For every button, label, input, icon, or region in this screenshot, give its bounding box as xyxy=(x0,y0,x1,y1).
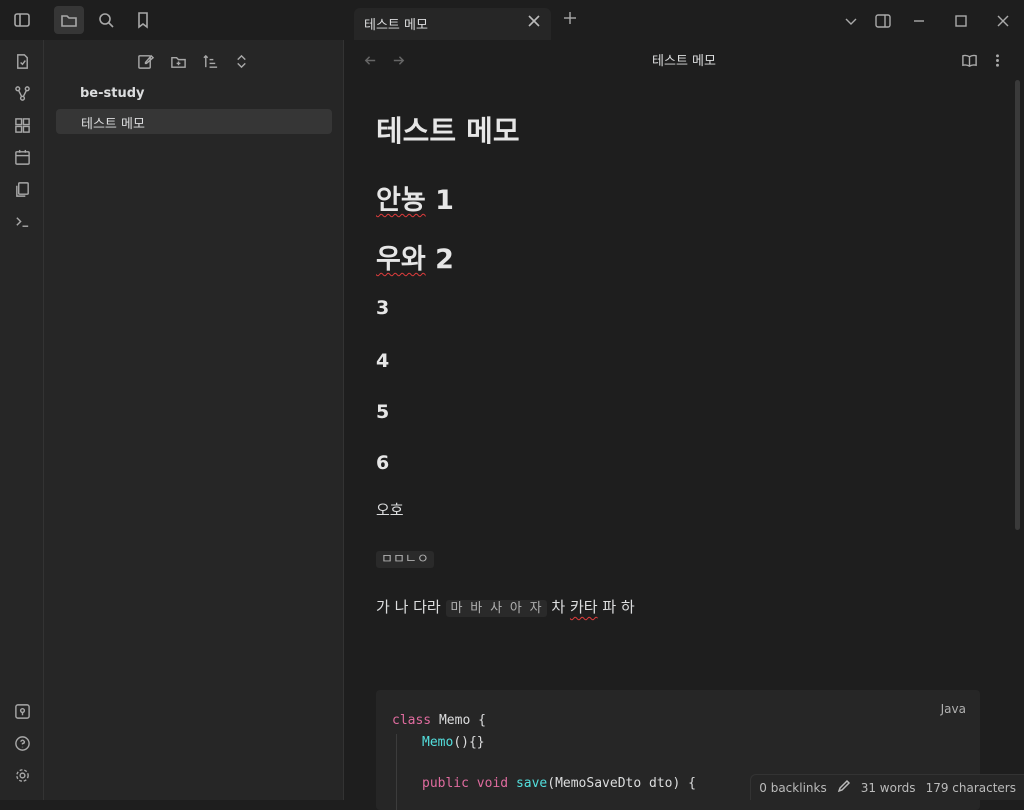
settings-icon[interactable] xyxy=(11,764,33,786)
editor-pane: 테스트 메모 테스트 메모 안뇽 1 우와 2 3 4 5 6 오호 ㅁㅁㄴㅇ … xyxy=(344,40,1024,810)
heading-4: 4 xyxy=(376,350,390,372)
search-icon[interactable] xyxy=(91,6,121,34)
code-function: save xyxy=(515,776,548,791)
file-item-test-memo[interactable]: 테스트 메모 xyxy=(56,109,332,134)
code-line: public void save(MemoSaveDto dto) { xyxy=(422,776,696,791)
text-span: 차 xyxy=(546,598,570,616)
code-keyword: class xyxy=(392,713,432,728)
misspelled-word: 안뇽 xyxy=(376,185,426,216)
scrollbar[interactable] xyxy=(1015,80,1020,530)
window-close-icon[interactable] xyxy=(992,10,1014,32)
file-label: 테스트 메모 xyxy=(81,117,145,132)
code-text: (MemoSaveDto dto) { xyxy=(547,776,696,791)
title-bar: 테스트 메모 xyxy=(0,0,1024,40)
terminal-icon[interactable] xyxy=(11,210,33,232)
ribbon xyxy=(0,40,44,800)
heading-3: 3 xyxy=(376,297,390,319)
close-icon[interactable] xyxy=(527,14,545,32)
code-text: Memo { xyxy=(431,713,486,728)
graph-icon[interactable] xyxy=(11,82,33,104)
indent-guide xyxy=(396,734,397,810)
paragraph: ㅁㅁㄴㅇ xyxy=(376,548,434,568)
heading-number: 2 xyxy=(425,244,454,275)
right-sidebar-toggle-icon[interactable] xyxy=(872,10,894,32)
text-span: 가 나 다라 xyxy=(376,598,446,616)
chevron-down-icon[interactable] xyxy=(840,10,862,32)
canvas-icon[interactable] xyxy=(11,114,33,136)
files-icon[interactable] xyxy=(11,50,33,72)
tab-test-memo[interactable]: 테스트 메모 xyxy=(354,8,551,40)
code-text: (){} xyxy=(453,735,485,750)
collapse-icon[interactable] xyxy=(230,50,252,72)
maximize-icon[interactable] xyxy=(950,10,972,32)
file-explorer-icon[interactable] xyxy=(54,6,84,34)
heading-6: 6 xyxy=(376,452,390,474)
paragraph: 오호 xyxy=(376,501,404,519)
heading-2: 안뇽 1 xyxy=(376,178,454,217)
edit-mode-icon[interactable] xyxy=(837,779,851,796)
code-language: Java xyxy=(940,702,966,716)
code-keyword: public xyxy=(422,776,469,791)
note-title: 테스트 메모 xyxy=(376,114,520,148)
templates-icon[interactable] xyxy=(11,178,33,200)
help-icon[interactable] xyxy=(11,732,33,754)
new-folder-icon[interactable] xyxy=(167,50,189,72)
sort-icon[interactable] xyxy=(199,50,221,72)
folder-be-study[interactable]: be-study xyxy=(80,86,145,101)
character-count: 179 characters xyxy=(925,780,1016,795)
heading-2: 우와 2 xyxy=(376,237,454,276)
code-line: class Memo { xyxy=(392,713,486,728)
bookmark-icon[interactable] xyxy=(128,6,158,34)
daily-note-icon[interactable] xyxy=(11,146,33,168)
misspelled-word: 카타 xyxy=(569,598,598,616)
code-function: Memo xyxy=(422,735,454,750)
minimize-icon[interactable] xyxy=(908,10,930,32)
status-bar: 0 backlinks 31 words 179 characters xyxy=(750,774,1024,800)
sidebar-toggle-icon[interactable] xyxy=(7,6,37,34)
inline-code: ㅁㅁㄴㅇ xyxy=(376,551,434,568)
more-options-icon[interactable] xyxy=(986,49,1008,71)
new-note-icon[interactable] xyxy=(134,50,156,72)
vault-icon[interactable] xyxy=(11,700,33,722)
misspelled-word: 우와 xyxy=(376,244,426,275)
word-count: 31 words xyxy=(860,780,916,795)
new-tab-icon[interactable] xyxy=(562,10,584,32)
paragraph: 가 나 다라 마 바 사 아 자 차 카타 파 하 xyxy=(376,596,635,617)
inline-code: 마 바 사 아 자 xyxy=(445,600,547,617)
view-title: 테스트 메모 xyxy=(652,54,716,69)
reading-view-icon[interactable] xyxy=(958,49,980,71)
backlinks-count[interactable]: 0 backlinks xyxy=(759,781,826,795)
code-keyword: void xyxy=(476,776,509,791)
file-explorer: be-study 테스트 메모 xyxy=(44,40,344,800)
tab-label: 테스트 메모 xyxy=(364,18,428,33)
heading-number: 1 xyxy=(425,185,454,216)
heading-5: 5 xyxy=(376,401,390,423)
text-span: 파 하 xyxy=(597,598,635,616)
code-line: Memo(){} xyxy=(422,735,485,750)
